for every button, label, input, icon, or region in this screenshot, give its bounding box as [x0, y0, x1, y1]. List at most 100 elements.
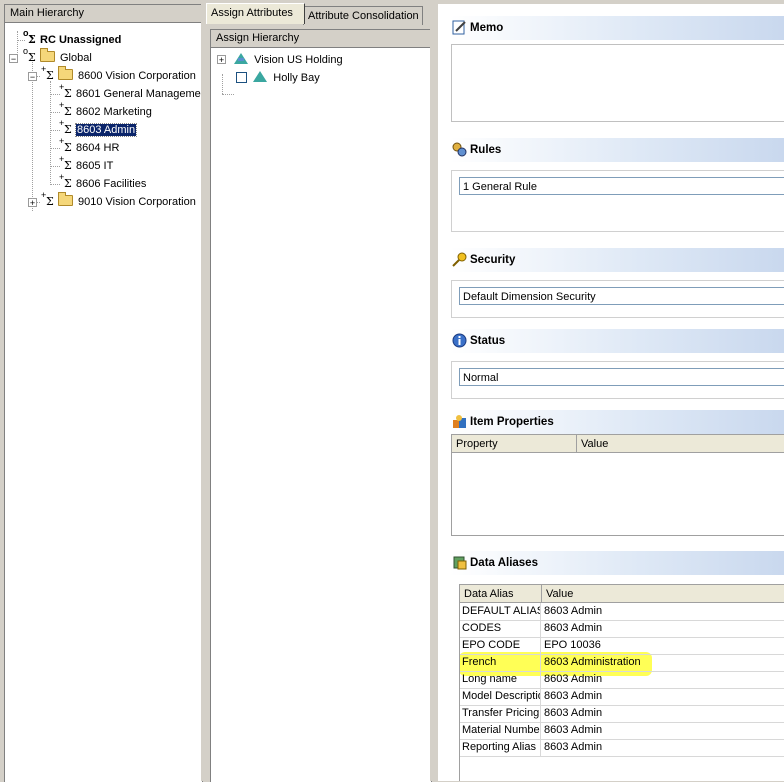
sigma-icon: + Σ: [41, 190, 54, 208]
tree-item-8602[interactable]: + Σ 8602 Marketing: [59, 100, 152, 120]
alias-value: 8603 Admin: [544, 724, 603, 736]
memo-section-header: Memo: [450, 16, 784, 40]
alias-name: Reporting Alias: [460, 739, 541, 756]
alias-row[interactable]: Reporting Alias 8603 Admin: [460, 739, 784, 757]
alias-value: 8603 Admin: [544, 605, 603, 617]
data-aliases-title: Data Aliases: [470, 557, 538, 569]
sigma-icon: + Σ: [59, 82, 72, 100]
tree-item-8604[interactable]: + Σ 8604 HR: [59, 136, 120, 156]
sigma-icon: + Σ: [59, 154, 72, 172]
item-properties-icon: [453, 415, 466, 428]
status-field[interactable]: Normal: [459, 368, 784, 386]
tab-attribute-consolidation[interactable]: Attribute Consolidation: [303, 6, 423, 25]
sigma-icon: + Σ: [59, 136, 72, 154]
tree-item-label: Vision US Holding: [254, 54, 343, 66]
security-field[interactable]: Default Dimension Security: [459, 287, 784, 305]
assign-hierarchy-pane: Assign Hierarchy + Vision US Holding Hol…: [210, 29, 432, 782]
sigma-icon: + Σ: [59, 100, 72, 118]
alias-name: Material Number: [460, 722, 541, 739]
tree-item-vision-us-holding[interactable]: Vision US Holding: [234, 52, 343, 68]
properties-pane: Memo Rules 1 General Rule Security Defau…: [438, 4, 784, 781]
hierarchy-icon: [234, 53, 248, 64]
expand-toggle[interactable]: +: [28, 198, 37, 208]
rules-gears-icon: [452, 142, 467, 157]
tree-item-label: 8602 Marketing: [76, 106, 152, 118]
alias-name: DEFAULT ALIAS: [460, 603, 541, 620]
tree-item-8605[interactable]: + Σ 8605 IT: [59, 154, 114, 174]
data-aliases-grid: Data Alias Value DEFAULT ALIAS 8603 Admi…: [459, 584, 784, 781]
alias-row[interactable]: Model Descriptio 8603 Admin: [460, 688, 784, 706]
sigma-icon: + Σ: [59, 172, 72, 190]
memo-title: Memo: [470, 22, 504, 34]
item-properties-section-header: Item Properties: [450, 410, 784, 434]
main-hierarchy-header: Main Hierarchy: [5, 5, 202, 23]
tree-item-label: 8600 Vision Corporation: [78, 70, 196, 82]
tree-item-8603[interactable]: + Σ 8603 Admin: [59, 118, 138, 138]
column-header-property[interactable]: Property: [452, 435, 577, 453]
alias-value: 8603 Admin: [544, 673, 603, 685]
tree-item-label-selected: 8603 Admin: [74, 123, 138, 137]
alias-row[interactable]: CODES 8603 Admin: [460, 620, 784, 638]
tree-item-label: 8601 General Manageme: [76, 88, 201, 100]
tree-item-label: Global: [60, 52, 92, 64]
column-header-value[interactable]: Value: [577, 435, 784, 453]
item-properties-grid: Property Value: [451, 434, 784, 536]
alias-row[interactable]: Material Number 8603 Admin: [460, 722, 784, 740]
alias-row-french[interactable]: French 8603 Administration: [460, 654, 784, 672]
collapse-toggle[interactable]: −: [9, 54, 18, 64]
alias-row[interactable]: EPO CODE EPO 10036: [460, 637, 784, 655]
tree-item-label: Holly Bay: [273, 72, 320, 84]
alias-name: French: [460, 654, 541, 671]
tab-assign-attributes[interactable]: Assign Attributes: [206, 3, 305, 24]
status-section-header: Status: [450, 329, 784, 353]
alias-value: 8603 Admin: [544, 707, 603, 719]
tree-line: [222, 94, 234, 95]
alias-name: Model Descriptio: [460, 688, 541, 705]
alias-value: 8603 Admin: [544, 690, 603, 702]
tree-item-8600[interactable]: + Σ 8600 Vision Corporation: [41, 64, 196, 84]
tree-item-rc-unassigned[interactable]: o Σ RC Unassigned: [23, 28, 122, 48]
rules-title: Rules: [470, 144, 502, 156]
main-hierarchy-pane: Main Hierarchy − − + o Σ RC Unassigned oΣ G…: [4, 4, 203, 782]
expand-toggle[interactable]: +: [217, 55, 226, 65]
alias-value: 8603 Administration: [544, 656, 641, 668]
tree-line: [222, 74, 223, 94]
alias-row[interactable]: Long name 8603 Admin: [460, 671, 784, 689]
alias-name: EPO CODE: [460, 637, 541, 654]
left-splitter[interactable]: [201, 0, 206, 781]
tree-item-holly-bay[interactable]: Holly Bay: [236, 70, 320, 86]
rules-field[interactable]: 1 General Rule: [459, 177, 784, 195]
info-icon: [452, 333, 467, 348]
data-aliases-icon: [453, 556, 467, 570]
tree-item-global[interactable]: o Σ Global: [23, 46, 92, 66]
column-header-data-alias[interactable]: Data Alias: [460, 585, 542, 603]
tree-item-label: 8605 IT: [76, 160, 114, 172]
key-icon: [452, 252, 467, 267]
tree-item-8606[interactable]: + Σ 8606 Facilities: [59, 172, 147, 192]
tree-item-label: 8606 Facilities: [76, 178, 147, 190]
holly-bay-checkbox[interactable]: [236, 72, 247, 83]
item-properties-title: Item Properties: [470, 416, 554, 428]
tree-line: [50, 81, 51, 183]
attribute-icon: [253, 71, 268, 82]
tree-item-label: RC Unassigned: [40, 34, 122, 46]
sigma-icon: + Σ: [59, 118, 72, 136]
collapse-toggle[interactable]: −: [28, 72, 37, 82]
memo-icon: [452, 20, 466, 35]
alias-row[interactable]: DEFAULT ALIAS 8603 Admin: [460, 603, 784, 621]
folder-icon: [58, 192, 73, 206]
tree-item-9010[interactable]: + Σ 9010 Vision Corporation: [41, 190, 196, 210]
tree-item-label: 8604 HR: [76, 142, 120, 154]
alias-value: 8603 Admin: [544, 741, 603, 753]
column-header-alias-value[interactable]: Value: [542, 585, 784, 603]
tree-item-8601[interactable]: + Σ 8601 General Manageme: [59, 82, 201, 102]
data-aliases-section-header: Data Aliases: [450, 551, 784, 575]
memo-field[interactable]: [451, 44, 784, 122]
alias-name: Long name: [460, 671, 541, 688]
alias-row[interactable]: Transfer Pricing 8603 Admin: [460, 705, 784, 723]
alias-value: EPO 10036: [544, 639, 601, 651]
tab-strip: Assign Attributes Attribute Consolidatio…: [206, 3, 430, 25]
right-splitter[interactable]: [430, 0, 438, 781]
status-title: Status: [470, 335, 506, 347]
security-title: Security: [470, 254, 516, 266]
